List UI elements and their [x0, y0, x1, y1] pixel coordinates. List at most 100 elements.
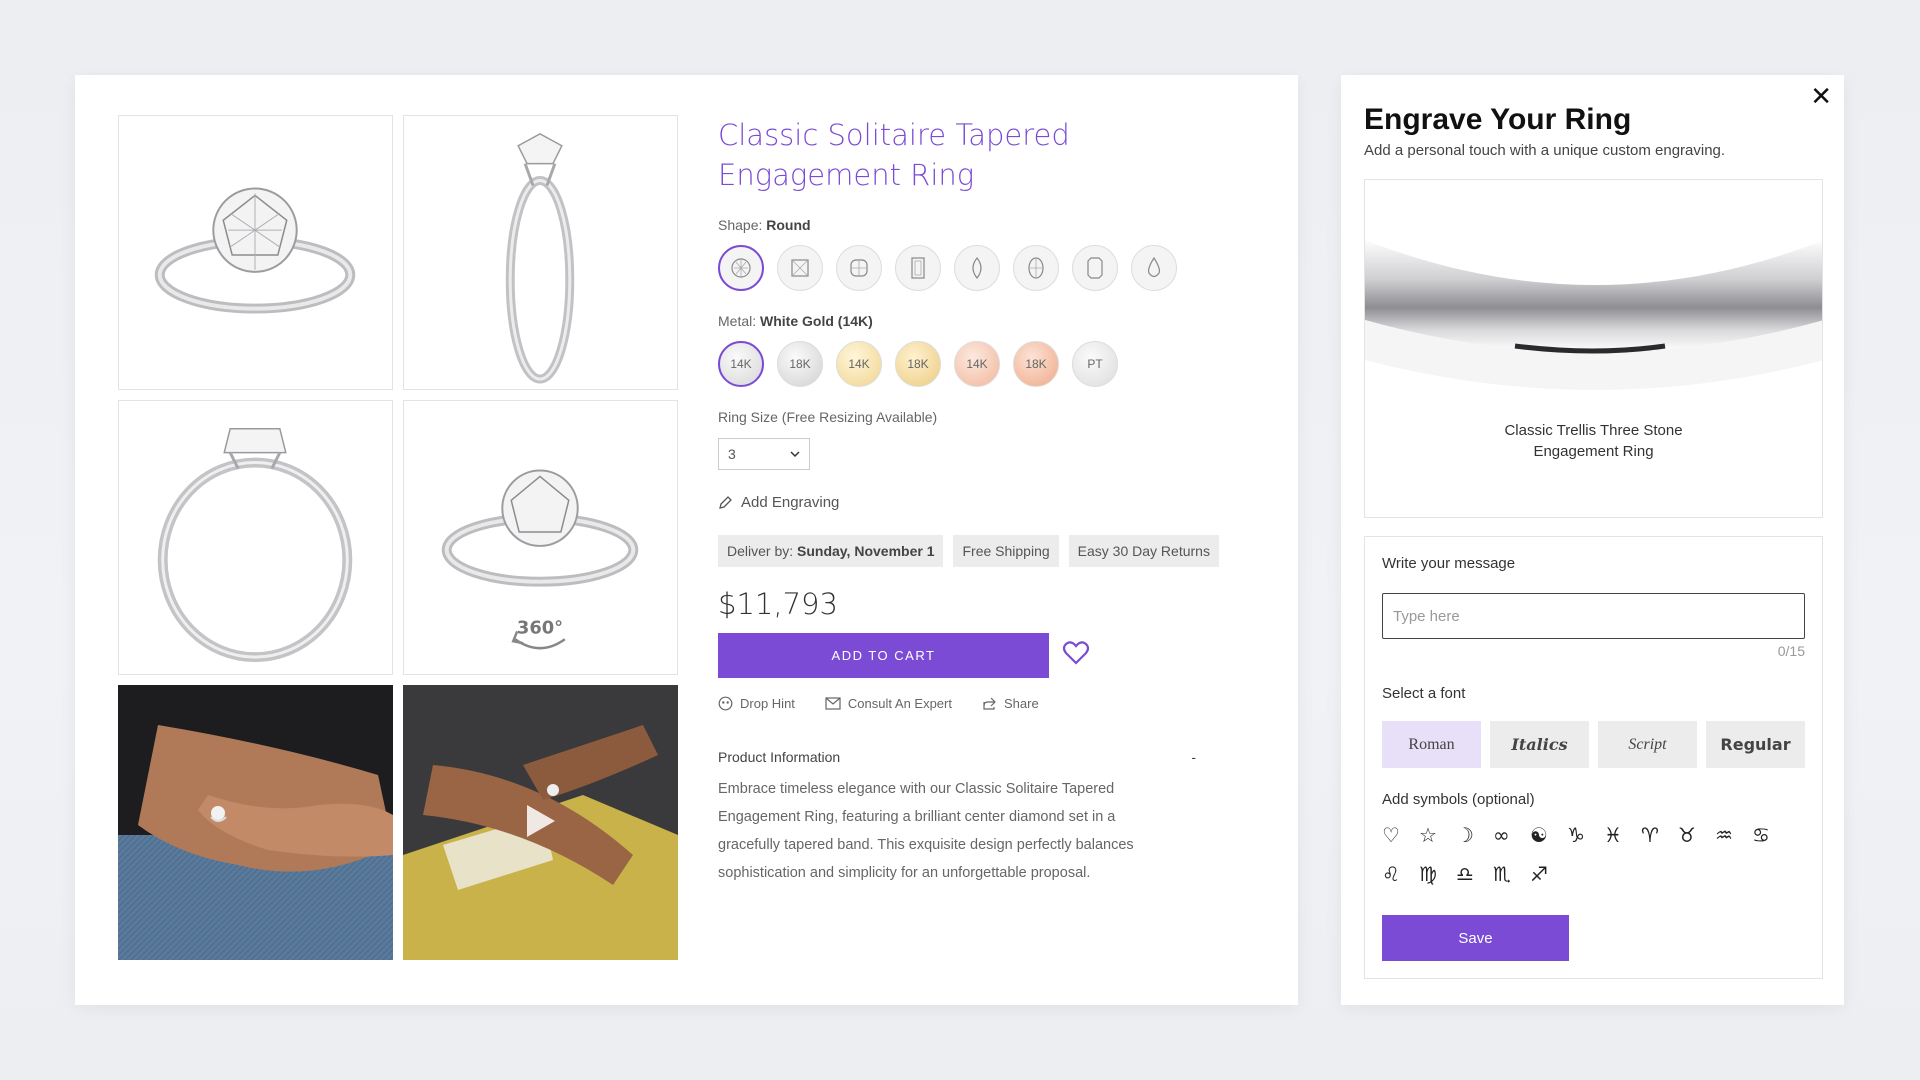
font-roman-button[interactable]: Roman: [1382, 721, 1481, 768]
product-description: Embrace timeless elegance with our Class…: [718, 781, 1134, 881]
free-shipping-tag: Free Shipping: [953, 535, 1059, 567]
add-to-cart-button[interactable]: ADD TO CART: [718, 633, 1049, 678]
engrave-modal: ✕ Engrave Your Ring Add a personal touch…: [1341, 75, 1844, 1005]
character-counter: 0/15: [1777, 643, 1805, 659]
wishlist-heart-icon[interactable]: [1061, 638, 1091, 673]
round-diamond-icon: [731, 258, 751, 278]
deliver-by-value: Sunday, November 1: [797, 543, 935, 559]
shape-emerald-option[interactable]: [895, 245, 941, 291]
share-link[interactable]: Share: [982, 696, 1039, 711]
ring-size-value: 3: [728, 446, 736, 462]
symbols-label: Add symbols (optional): [1382, 791, 1535, 808]
font-italics-button[interactable]: Italics: [1490, 721, 1589, 768]
360-badge: 360°: [517, 617, 563, 638]
preview-caption-line2: Engagement Ring: [1533, 443, 1654, 460]
ring-size-label: Ring Size (Free Resizing Available): [718, 409, 938, 425]
hand-photo: [118, 685, 393, 960]
pisces-symbol-icon[interactable]: ♓: [1604, 825, 1641, 846]
share-label: Share: [1003, 696, 1039, 711]
ring-band-preview-image: [1365, 240, 1822, 390]
returns-tag: Easy 30 Day Returns: [1068, 535, 1219, 567]
delivery-tags: Deliver by: Sunday, November 1 Free Ship…: [718, 535, 1258, 567]
metal-platinum-option[interactable]: PT: [1072, 341, 1118, 387]
engraving-preview: Classic Trellis Three Stone Engagement R…: [1364, 179, 1823, 518]
drop-hint-label: Drop Hint: [740, 696, 795, 711]
gallery-image-360[interactable]: 360°: [403, 400, 678, 675]
shape-oval-option[interactable]: [1013, 245, 1059, 291]
product-information-heading: Product Information: [718, 749, 841, 765]
consult-expert-link[interactable]: Consult An Expert: [825, 696, 952, 711]
metal-rose-18k-option[interactable]: 18K: [1013, 341, 1059, 387]
font-label: Select a font: [1382, 685, 1466, 702]
product-info: Classic Solitaire Tapered Engagement Rin…: [718, 115, 1258, 887]
shape-round-option[interactable]: [718, 245, 764, 291]
star-symbol-icon[interactable]: ☆: [1419, 825, 1456, 846]
ring-size-select[interactable]: 3: [718, 438, 810, 470]
metal-label: Metal:: [718, 313, 757, 329]
cancer-symbol-icon[interactable]: ♋: [1752, 825, 1789, 846]
heart-symbol-icon[interactable]: ♡: [1382, 825, 1419, 846]
gallery-video[interactable]: [403, 685, 678, 960]
aquarius-symbol-icon[interactable]: ♒: [1715, 825, 1752, 846]
gallery-image-front[interactable]: [118, 115, 393, 390]
deliver-by-tag: Deliver by: Sunday, November 1: [718, 535, 944, 567]
gallery-image-side[interactable]: [403, 115, 678, 390]
taurus-symbol-icon[interactable]: ♉: [1678, 825, 1715, 846]
moon-symbol-icon[interactable]: ☽: [1456, 825, 1493, 846]
princess-diamond-icon: [791, 259, 809, 277]
product-title: Classic Solitaire Tapered Engagement Rin…: [718, 118, 1070, 192]
symbol-options: ♡ ☆ ☽ ∞ ☯ ♑ ♓ ♈ ♉ ♒ ♋ ♌ ♍ ♎ ♏ ♐: [1382, 825, 1812, 885]
ring-top-image: [157, 428, 353, 663]
add-engraving-label: Add Engraving: [741, 494, 840, 511]
drop-hint-link[interactable]: Drop Hint: [718, 696, 795, 711]
shape-radiant-option[interactable]: [1072, 245, 1118, 291]
collapse-icon: -: [1191, 749, 1196, 765]
shape-marquise-option[interactable]: [954, 245, 1000, 291]
close-icon[interactable]: ✕: [1810, 83, 1832, 109]
secondary-actions: Drop Hint Consult An Expert Share: [718, 696, 1258, 711]
preview-caption: Classic Trellis Three Stone Engagement R…: [1365, 420, 1822, 462]
product-information-toggle[interactable]: Product Information -: [718, 749, 1196, 765]
metal-yellow-18k-option[interactable]: 18K: [895, 341, 941, 387]
engraving-message-input[interactable]: [1382, 593, 1805, 639]
shape-label-row: Shape: Round: [718, 217, 1258, 233]
scorpio-symbol-icon[interactable]: ♏: [1493, 864, 1530, 885]
libra-symbol-icon[interactable]: ♎: [1456, 864, 1493, 885]
mail-icon: [825, 697, 841, 710]
virgo-symbol-icon[interactable]: ♍: [1419, 864, 1456, 885]
metal-white-18k-option[interactable]: 18K: [777, 341, 823, 387]
shape-princess-option[interactable]: [777, 245, 823, 291]
save-button[interactable]: Save: [1382, 915, 1569, 961]
ring-side-image: [505, 133, 575, 384]
ring-360-image: 360°: [441, 469, 639, 650]
metal-rose-14k-option[interactable]: 14K: [954, 341, 1000, 387]
font-options: Roman Italics Script Regular: [1382, 721, 1805, 768]
yin-yang-symbol-icon[interactable]: ☯: [1530, 825, 1567, 846]
share-icon: [983, 697, 996, 710]
font-script-button[interactable]: Script: [1598, 721, 1697, 768]
gallery-image-hand[interactable]: [118, 685, 393, 960]
add-engraving-link[interactable]: Add Engraving: [718, 494, 1258, 511]
shape-value: Round: [766, 217, 811, 233]
oval-diamond-icon: [1028, 257, 1044, 279]
capricorn-symbol-icon[interactable]: ♑: [1567, 825, 1604, 846]
preview-caption-line1: Classic Trellis Three Stone: [1504, 422, 1683, 439]
infinity-symbol-icon[interactable]: ∞: [1493, 825, 1530, 846]
leo-symbol-icon[interactable]: ♌: [1382, 864, 1419, 885]
gallery-image-top[interactable]: [118, 400, 393, 675]
engrave-title: Engrave Your Ring: [1364, 103, 1632, 136]
engrave-subtitle: Add a personal touch with a unique custo…: [1364, 142, 1726, 159]
metal-white-14k-option[interactable]: 14K: [718, 341, 764, 387]
pear-diamond-icon: [1147, 256, 1161, 278]
aries-symbol-icon[interactable]: ♈: [1641, 825, 1678, 846]
ring-front-image: [154, 187, 356, 314]
chevron-down-icon: [790, 450, 800, 457]
font-regular-button[interactable]: Regular: [1706, 721, 1805, 768]
sagittarius-symbol-icon[interactable]: ♐: [1530, 864, 1567, 885]
radiant-diamond-icon: [1087, 257, 1103, 279]
shape-cushion-option[interactable]: [836, 245, 882, 291]
metal-yellow-14k-option[interactable]: 14K: [836, 341, 882, 387]
cart-row: ADD TO CART: [718, 633, 1258, 678]
shape-pear-option[interactable]: [1131, 245, 1177, 291]
pencil-icon: [719, 496, 732, 509]
